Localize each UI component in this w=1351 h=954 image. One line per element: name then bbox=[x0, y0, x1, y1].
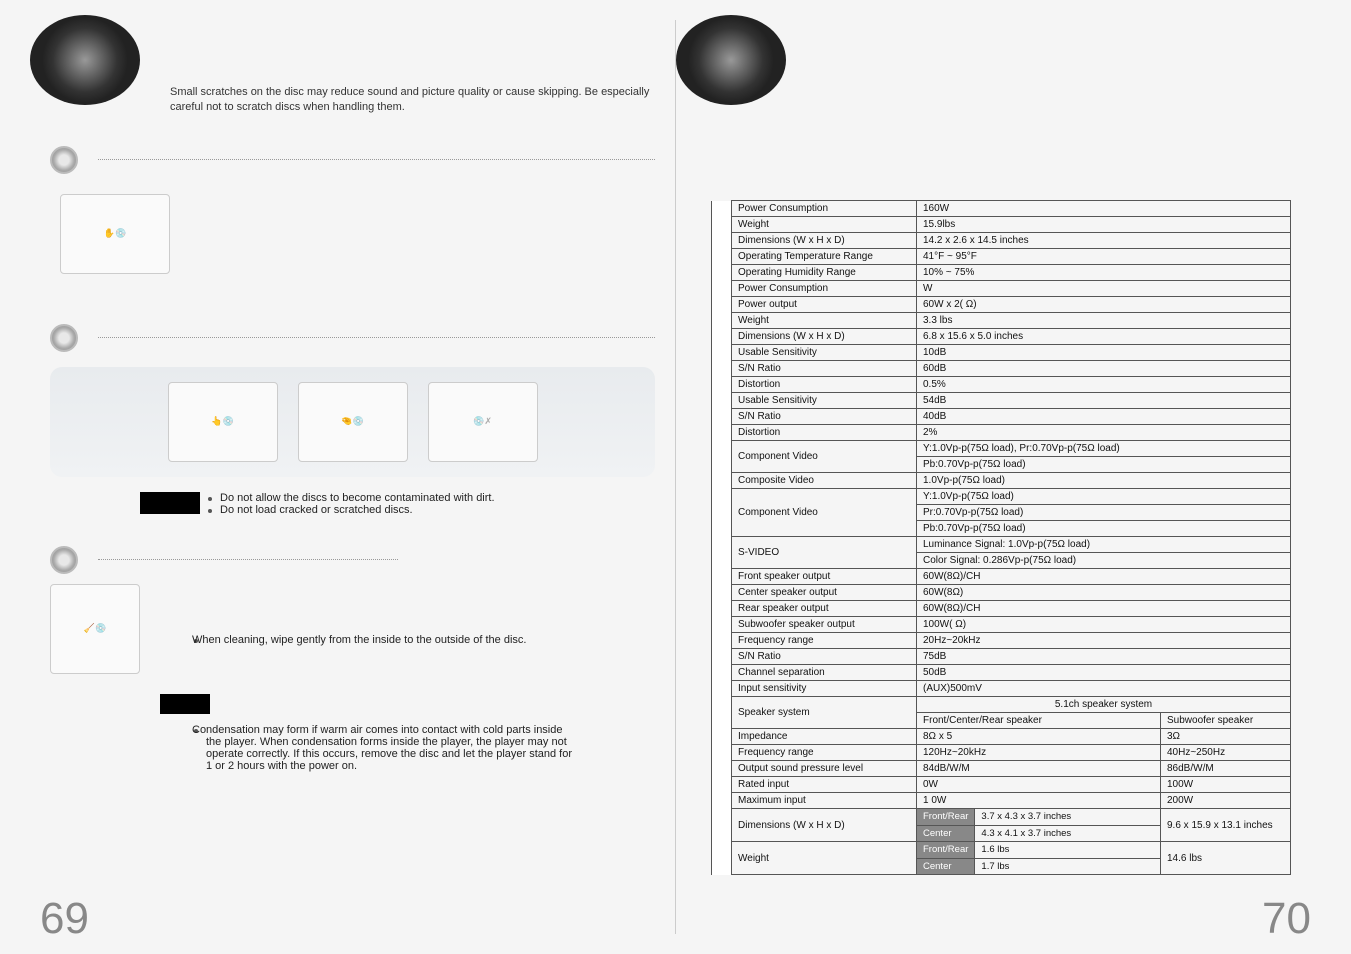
table-row: S/N Ratio75dB bbox=[712, 649, 1291, 665]
warning-badge bbox=[140, 492, 200, 514]
table-row: Power Consumption W bbox=[712, 281, 1291, 297]
table-row: Rear speaker output60W(8Ω)/CH bbox=[712, 601, 1291, 617]
fingerprint-illustration: 👆💿 bbox=[168, 382, 278, 462]
table-row: S/N Ratio60dB bbox=[712, 361, 1291, 377]
table-row: Composite Video1.0Vp-p(75Ω load) bbox=[712, 473, 1291, 489]
speaker-illustration-icon bbox=[676, 15, 786, 105]
table-row: Weight3.3 lbs bbox=[712, 313, 1291, 329]
table-row: Subwoofer speaker output100W( Ω) bbox=[712, 617, 1291, 633]
table-row: Component VideoY:1.0Vp-p(75Ω load) bbox=[712, 489, 1291, 505]
condensation-text: Condensation may form if warm air comes … bbox=[206, 724, 580, 772]
table-row: S-VIDEOLuminance Signal: 1.0Vp-p(75Ω loa… bbox=[712, 537, 1291, 553]
table-row: Operating Humidity Range10% ~ 75% bbox=[712, 265, 1291, 281]
specifications-table: Power Consumption160WWeight15.9lbsDimens… bbox=[711, 200, 1291, 875]
table-row: Usable Sensitivity54dB bbox=[712, 393, 1291, 409]
dirt-bullet-2: Do not load cracked or scratched discs. bbox=[220, 504, 413, 516]
bullet-icon bbox=[50, 546, 78, 574]
divider bbox=[98, 159, 655, 160]
table-row: Usable Sensitivity10dB bbox=[712, 345, 1291, 361]
left-page: Small scratches on the disc may reduce s… bbox=[30, 20, 676, 934]
scratched-disc-illustration: 💿✗ bbox=[428, 382, 538, 462]
table-row: Center speaker output60W(8Ω) bbox=[712, 585, 1291, 601]
right-page: Power Consumption160WWeight15.9lbsDimens… bbox=[676, 20, 1321, 934]
table-row: Power Consumption160W bbox=[712, 201, 1291, 217]
table-row: Distortion0.5% bbox=[712, 377, 1291, 393]
cleaning-text: When cleaning, wipe gently from the insi… bbox=[206, 634, 526, 646]
hand-disc-illustration: ✋💿 bbox=[60, 194, 170, 274]
table-row: S/N Ratio40dB bbox=[712, 409, 1291, 425]
section-cleaning: 🧹💿 When cleaning, wipe gently from the i… bbox=[50, 546, 655, 772]
table-row: Input sensitivity(AUX)500mV bbox=[712, 681, 1291, 697]
table-row: Dimensions (W x H x D)6.8 x 15.6 x 5.0 i… bbox=[712, 329, 1291, 345]
speaker-illustration-icon bbox=[30, 15, 140, 105]
table-row: Frequency range20Hz~20kHz bbox=[712, 633, 1291, 649]
bullet-icon bbox=[50, 146, 78, 174]
table-row: Operating Temperature Range41°F ~ 95°F bbox=[712, 249, 1291, 265]
note-badge bbox=[160, 694, 210, 714]
table-row: Component VideoY:1.0Vp-p(75Ω load), Pr:0… bbox=[712, 441, 1291, 457]
wipe-disc-illustration: 🧹💿 bbox=[50, 584, 140, 674]
table-row: Weight15.9lbs bbox=[712, 217, 1291, 233]
hold-disc-illustration: 🤏💿 bbox=[298, 382, 408, 462]
dirt-bullet-1: Do not allow the discs to become contami… bbox=[220, 492, 495, 504]
bullet-icon bbox=[50, 324, 78, 352]
section-dirt: 👆💿 🤏💿 💿✗ Do not allow the discs to becom… bbox=[50, 324, 655, 516]
table-row: Channel separation50dB bbox=[712, 665, 1291, 681]
divider bbox=[98, 337, 655, 338]
table-row: Power output60W x 2( Ω) bbox=[712, 297, 1291, 313]
page-number-left: 69 bbox=[40, 894, 89, 944]
table-row: Dimensions (W x H x D)14.2 x 2.6 x 14.5 … bbox=[712, 233, 1291, 249]
page-number-right: 70 bbox=[1262, 894, 1311, 944]
table-row: Front speaker output60W(8Ω)/CH bbox=[712, 569, 1291, 585]
table-row: Distortion2% bbox=[712, 425, 1291, 441]
divider bbox=[98, 559, 398, 560]
intro-text: Small scratches on the disc may reduce s… bbox=[170, 85, 655, 116]
section-hold: ✋💿 bbox=[50, 146, 655, 294]
